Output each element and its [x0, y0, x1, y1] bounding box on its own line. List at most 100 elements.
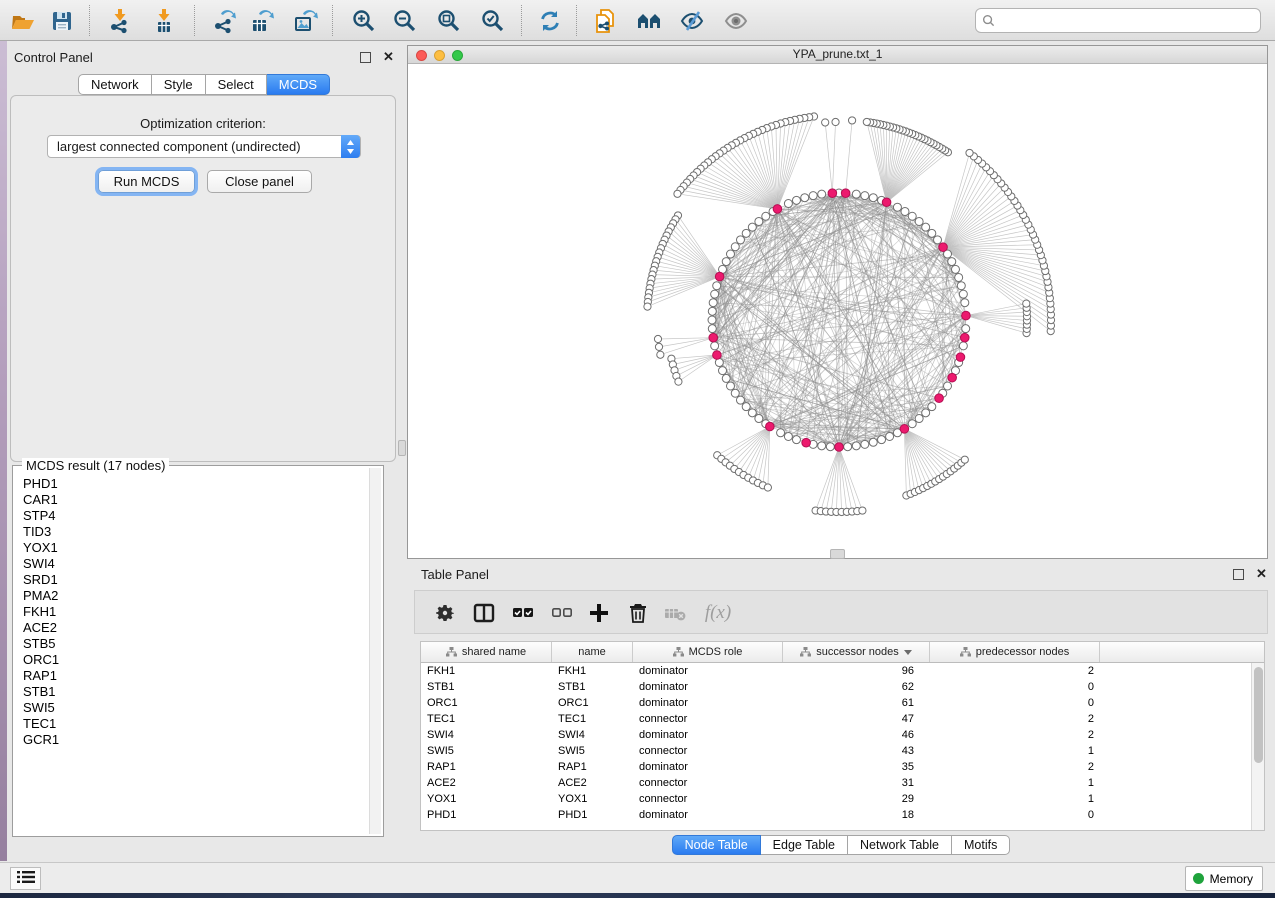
show-all-icon[interactable]	[722, 6, 752, 36]
network-node[interactable]	[861, 192, 869, 200]
column-header-predecessor-nodes[interactable]: predecessor nodes	[930, 642, 1100, 662]
select-all-rows-icon[interactable]	[509, 599, 537, 627]
network-node[interactable]	[957, 282, 965, 290]
network-mcds-hub-node[interactable]	[948, 373, 957, 382]
network-node[interactable]	[755, 217, 763, 225]
hide-selected-icon[interactable]	[678, 6, 708, 36]
column-header-name[interactable]: name	[552, 642, 633, 662]
network-node[interactable]	[784, 200, 792, 208]
table-row[interactable]: STB1STB1dominator620	[421, 679, 1251, 695]
table-settings-icon[interactable]	[431, 599, 459, 627]
network-node[interactable]	[915, 217, 923, 225]
maximize-window-icon[interactable]	[452, 50, 463, 61]
network-node[interactable]	[736, 396, 744, 404]
vertical-splitter-handle[interactable]	[398, 440, 406, 456]
network-node[interactable]	[722, 258, 730, 266]
column-header-MCDS-role[interactable]: MCDS role	[633, 642, 783, 662]
mcds-result-item[interactable]: TEC1	[15, 716, 369, 732]
horizontal-splitter-handle[interactable]	[830, 549, 845, 559]
network-mcds-hub-node[interactable]	[835, 443, 844, 452]
mcds-result-item[interactable]: SWI4	[15, 556, 369, 572]
network-leaf-node[interactable]	[657, 351, 664, 358]
network-node[interactable]	[961, 299, 969, 307]
network-mcds-hub-node[interactable]	[935, 394, 944, 403]
network-node[interactable]	[809, 192, 817, 200]
tab-select[interactable]: Select	[206, 74, 267, 95]
network-node[interactable]	[922, 409, 930, 417]
network-node[interactable]	[944, 382, 952, 390]
float-window-icon[interactable]	[1233, 569, 1244, 580]
network-leaf-node[interactable]	[644, 303, 651, 310]
network-node[interactable]	[792, 436, 800, 444]
mcds-result-item[interactable]: SWI5	[15, 700, 369, 716]
run-mcds-button[interactable]: Run MCDS	[98, 170, 195, 193]
refresh-layout-icon[interactable]	[536, 6, 566, 36]
tab-network[interactable]: Network	[78, 74, 152, 95]
network-node[interactable]	[852, 190, 860, 198]
network-node[interactable]	[731, 389, 739, 397]
network-node[interactable]	[869, 194, 877, 202]
mcds-result-item[interactable]: TID3	[15, 524, 369, 540]
table-scrollbar-thumb[interactable]	[1254, 667, 1263, 763]
table-row[interactable]: YOX1YOX1connector291	[421, 791, 1251, 807]
network-mcds-hub-node[interactable]	[962, 311, 971, 320]
network-leaf-node[interactable]	[655, 343, 662, 350]
table-row[interactable]: PHD1PHD1dominator180	[421, 807, 1251, 823]
network-view[interactable]	[408, 64, 1267, 558]
table-row[interactable]: TEC1TEC1connector472	[421, 711, 1251, 727]
table-row[interactable]: SWI5SWI5connector431	[421, 743, 1251, 759]
network-node[interactable]	[755, 415, 763, 423]
mcds-result-list[interactable]: PHD1CAR1STP4TID3YOX1SWI4SRD1PMA2FKH1ACE2…	[15, 476, 369, 834]
zoom-in-icon[interactable]	[350, 6, 380, 36]
network-node[interactable]	[713, 282, 721, 290]
import-table-icon[interactable]	[150, 6, 180, 36]
network-mcds-hub-node[interactable]	[841, 189, 850, 198]
network-node[interactable]	[736, 236, 744, 244]
column-visibility-icon[interactable]	[470, 599, 498, 627]
network-node[interactable]	[748, 409, 756, 417]
criterion-dropdown[interactable]: largest connected component (undirected)	[47, 135, 361, 158]
network-node[interactable]	[708, 307, 716, 315]
network-node[interactable]	[722, 374, 730, 382]
network-node[interactable]	[801, 194, 809, 202]
network-mcds-hub-node[interactable]	[766, 422, 775, 431]
tab-network-table[interactable]: Network Table	[848, 835, 952, 855]
close-panel-button[interactable]: Close panel	[207, 170, 312, 193]
network-leaf-node[interactable]	[832, 118, 839, 125]
network-node[interactable]	[726, 382, 734, 390]
network-leaf-node[interactable]	[859, 507, 866, 514]
mcds-result-item[interactable]: SRD1	[15, 572, 369, 588]
network-mcds-hub-node[interactable]	[956, 353, 965, 362]
network-node[interactable]	[908, 420, 916, 428]
delete-table-icon[interactable]	[661, 599, 689, 627]
tab-node-table[interactable]: Node Table	[672, 835, 761, 855]
table-scrollbar[interactable]	[1251, 663, 1264, 830]
network-node[interactable]	[951, 265, 959, 273]
mcds-result-item[interactable]: PMA2	[15, 588, 369, 604]
memory-button[interactable]: Memory	[1185, 866, 1263, 891]
network-node[interactable]	[886, 432, 894, 440]
network-mcds-hub-node[interactable]	[828, 189, 837, 198]
network-node[interactable]	[784, 432, 792, 440]
mcds-result-item[interactable]: CAR1	[15, 492, 369, 508]
network-node[interactable]	[844, 443, 852, 451]
mcds-result-scrollbar[interactable]	[369, 468, 381, 834]
mcds-result-item[interactable]: RAP1	[15, 668, 369, 684]
open-file-icon[interactable]	[9, 6, 39, 36]
mcds-result-item[interactable]: ORC1	[15, 652, 369, 668]
network-node[interactable]	[731, 243, 739, 251]
network-node[interactable]	[955, 273, 963, 281]
table-row[interactable]: FKH1FKH1dominator962	[421, 663, 1251, 679]
zoom-out-icon[interactable]	[391, 6, 421, 36]
network-node[interactable]	[818, 190, 826, 198]
network-node[interactable]	[878, 436, 886, 444]
network-leaf-node[interactable]	[822, 119, 829, 126]
network-leaf-node[interactable]	[966, 149, 973, 156]
network-node[interactable]	[726, 250, 734, 258]
network-leaf-node[interactable]	[863, 118, 870, 125]
minimize-window-icon[interactable]	[434, 50, 445, 61]
export-table-icon[interactable]	[248, 6, 278, 36]
network-node[interactable]	[928, 403, 936, 411]
network-node[interactable]	[711, 342, 719, 350]
table-row[interactable]: SWI4SWI4dominator462	[421, 727, 1251, 743]
